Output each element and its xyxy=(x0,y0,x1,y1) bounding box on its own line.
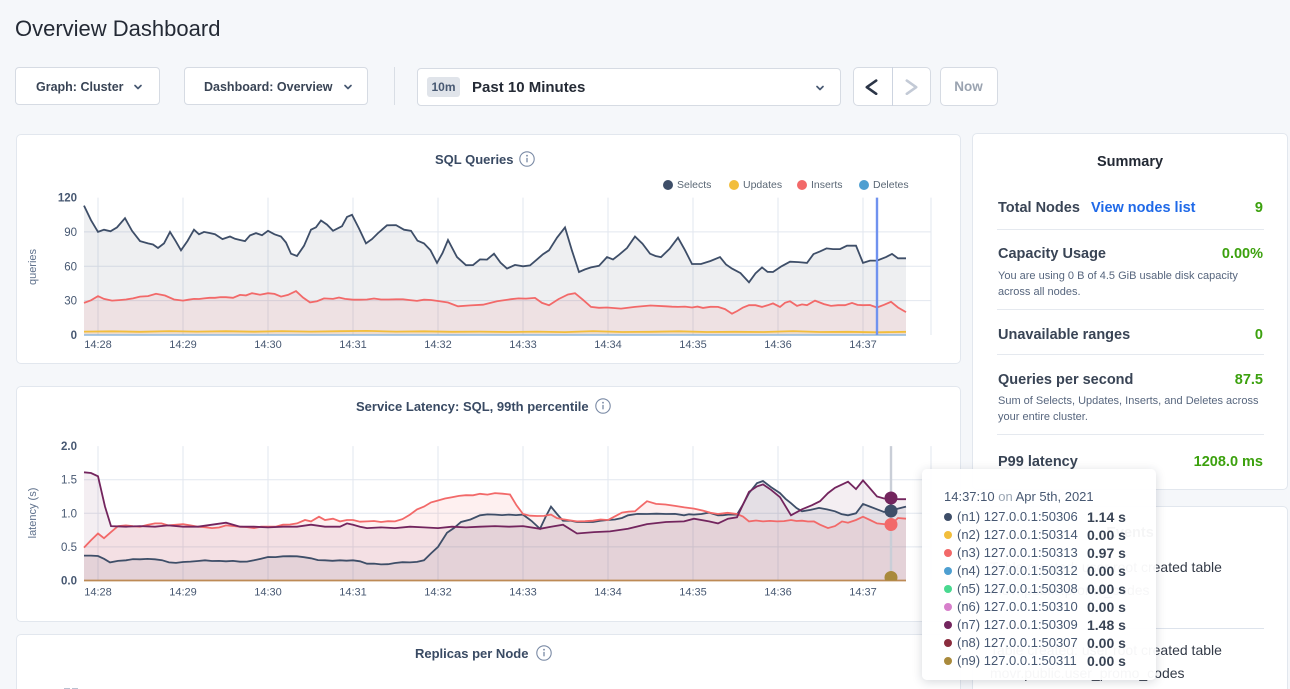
svg-text:14:31: 14:31 xyxy=(339,339,367,351)
svg-text:14:37: 14:37 xyxy=(849,339,877,351)
svg-text:120: 120 xyxy=(58,193,77,205)
svg-text:1.5: 1.5 xyxy=(61,475,77,487)
svg-text:14:37: 14:37 xyxy=(849,587,877,599)
svg-text:14:28: 14:28 xyxy=(84,339,112,351)
svg-text:14:32: 14:32 xyxy=(424,587,452,599)
svg-text:14:35: 14:35 xyxy=(679,339,707,351)
svg-text:14:36: 14:36 xyxy=(764,339,792,351)
svg-text:14:28: 14:28 xyxy=(84,587,112,599)
svg-text:14:34: 14:34 xyxy=(594,339,622,351)
svg-text:14:35: 14:35 xyxy=(679,587,707,599)
svg-text:2.0: 2.0 xyxy=(61,441,77,453)
svg-text:14:30: 14:30 xyxy=(254,587,282,599)
svg-text:60: 60 xyxy=(64,261,77,273)
svg-text:90: 90 xyxy=(64,227,77,239)
svg-text:0: 0 xyxy=(71,330,77,342)
svg-text:30: 30 xyxy=(64,296,77,308)
svg-text:queries: queries xyxy=(27,248,39,285)
svg-text:14:32: 14:32 xyxy=(424,339,452,351)
svg-text:14:31: 14:31 xyxy=(339,587,367,599)
svg-text:14:34: 14:34 xyxy=(594,587,622,599)
svg-text:14:29: 14:29 xyxy=(169,587,197,599)
svg-text:latency (s): latency (s) xyxy=(27,488,39,539)
svg-text:0.0: 0.0 xyxy=(61,576,77,588)
svg-text:14:36: 14:36 xyxy=(764,587,792,599)
svg-text:0.5: 0.5 xyxy=(61,542,77,554)
svg-text:14:33: 14:33 xyxy=(509,339,537,351)
svg-text:14:30: 14:30 xyxy=(254,339,282,351)
svg-text:1.0: 1.0 xyxy=(61,508,77,520)
svg-text:14:33: 14:33 xyxy=(509,587,537,599)
svg-text:14:29: 14:29 xyxy=(169,339,197,351)
